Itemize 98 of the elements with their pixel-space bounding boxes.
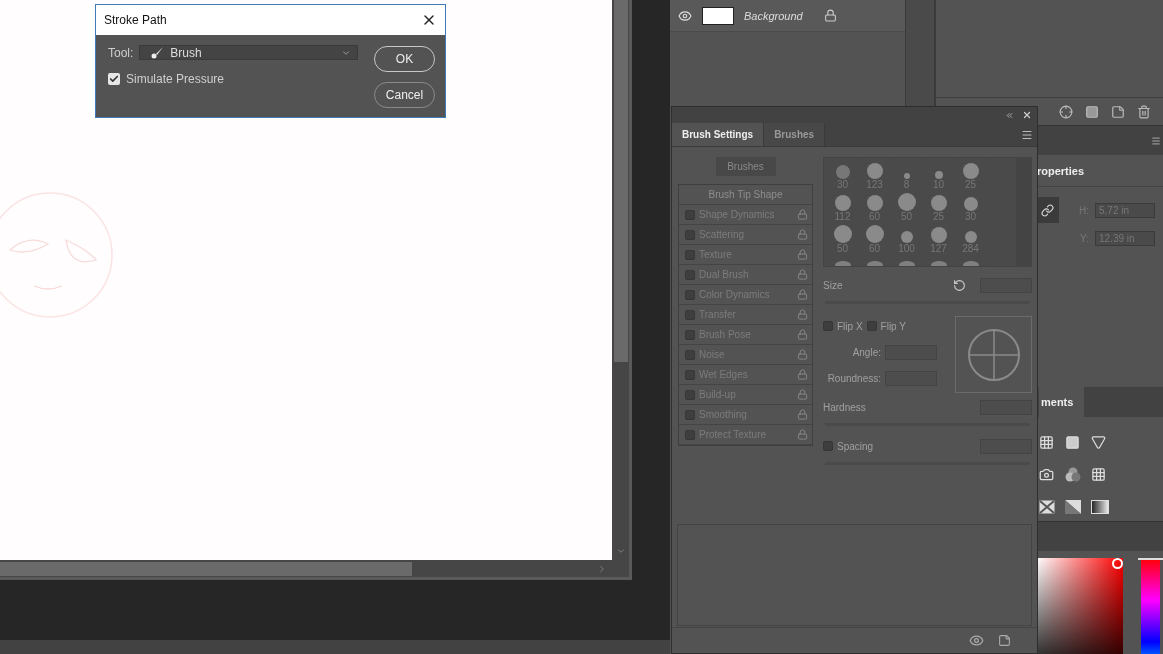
checkbox[interactable]	[685, 369, 695, 380]
brush-tip-icon	[963, 197, 978, 211]
lock-icon[interactable]	[797, 349, 808, 360]
spacing-label: Spacing	[837, 440, 874, 452]
lock-icon[interactable]	[797, 309, 808, 320]
checkbox[interactable]	[685, 209, 695, 220]
menu-icon[interactable]	[1151, 135, 1161, 146]
close-icon[interactable]	[1022, 110, 1032, 120]
brush-tip-icon[interactable]	[897, 258, 916, 266]
link-icon	[1040, 203, 1054, 217]
eye-icon[interactable]	[969, 633, 984, 648]
gradient-map-icon[interactable]	[1091, 500, 1109, 514]
checkbox[interactable]	[685, 269, 695, 280]
brush-angle-preview[interactable]	[955, 316, 1032, 393]
color-balance-icon[interactable]	[1065, 467, 1081, 483]
lock-icon[interactable]	[797, 269, 808, 280]
checkbox[interactable]	[685, 409, 695, 420]
eye-icon[interactable]	[678, 8, 692, 23]
size-label: Size	[823, 279, 843, 291]
dialog-title: Stroke Path	[104, 13, 167, 27]
tool-label: Tool:	[108, 45, 134, 60]
grid-icon[interactable]	[1091, 467, 1106, 482]
panel-tab[interactable]: Brushes	[764, 123, 826, 146]
brushes-button[interactable]: Brushes	[715, 157, 776, 176]
layer-thumbnail	[702, 6, 734, 25]
scroll-down-icon[interactable]	[615, 546, 626, 556]
brush-tip-icon	[962, 163, 979, 179]
brush-tip-icon[interactable]	[865, 258, 884, 266]
scroll-right-icon[interactable]	[597, 563, 607, 574]
brush-tip-icon	[930, 195, 947, 211]
collapse-icon[interactable]	[1005, 110, 1014, 120]
lock-icon[interactable]	[824, 9, 837, 22]
hardness-label: Hardness	[823, 401, 866, 413]
brush-tip-icon[interactable]	[929, 258, 948, 266]
brush-tip-icon	[835, 165, 850, 179]
checkbox[interactable]	[685, 329, 695, 340]
lock-icon[interactable]	[797, 209, 808, 220]
brush-tip-icon[interactable]	[961, 258, 980, 266]
brush-tip-icon	[866, 163, 883, 179]
lock-icon[interactable]	[797, 389, 808, 400]
hue-marker[interactable]	[1138, 558, 1163, 560]
brush-tip-shape-item[interactable]: Brush Tip Shape	[679, 185, 812, 205]
lock-icon[interactable]	[797, 429, 808, 440]
crosshair-circle-icon	[966, 327, 1021, 382]
angle-label: Angle:	[851, 346, 881, 358]
crosshair-icon[interactable]	[1059, 104, 1073, 119]
layer-row[interactable]: Background	[670, 0, 905, 32]
hue-slider[interactable]	[1141, 558, 1160, 654]
trash-icon[interactable]	[1137, 104, 1151, 119]
ok-button[interactable]: OK	[374, 46, 435, 72]
checkbox-label[interactable]: Simulate Pressure	[126, 72, 225, 86]
lock-icon[interactable]	[797, 369, 808, 380]
checkbox[interactable]	[685, 229, 695, 240]
panel-tab[interactable]: Brush Settings	[672, 123, 765, 146]
brush-tip-icon	[897, 193, 916, 211]
tool-dropdown[interactable]: Brush	[139, 45, 358, 60]
brush-tip-icon	[930, 227, 947, 243]
lock-icon[interactable]	[797, 249, 808, 260]
lock-icon[interactable]	[797, 409, 808, 420]
roundness-label: Roundness:	[826, 372, 881, 384]
panel-title: roperties	[1037, 164, 1085, 177]
checkbox[interactable]	[108, 73, 120, 85]
checkbox[interactable]	[685, 349, 695, 360]
brush-tip-icon	[964, 231, 977, 243]
checkbox[interactable]	[685, 389, 695, 400]
checkbox[interactable]	[823, 321, 833, 331]
lock-icon[interactable]	[797, 289, 808, 300]
picker-ring[interactable]	[1112, 558, 1123, 569]
layer-name: Background	[744, 9, 804, 22]
brush-tip-icon	[833, 225, 852, 243]
brush-tip-icon	[865, 225, 884, 243]
brush-tip-icon	[834, 195, 851, 211]
flip-y-label: Flip Y	[880, 320, 906, 332]
checkbox[interactable]	[685, 309, 695, 320]
lock-icon[interactable]	[797, 329, 808, 340]
checkbox[interactable]	[685, 289, 695, 300]
brush-tip-icon[interactable]	[833, 258, 852, 266]
cancel-button[interactable]: Cancel	[374, 82, 435, 108]
color-picker-field[interactable]	[1037, 558, 1123, 654]
reset-icon[interactable]	[953, 278, 966, 292]
brush-tip-icon	[934, 171, 943, 179]
checkbox[interactable]	[823, 441, 833, 451]
brush-tip-icon	[866, 195, 883, 211]
new-page-icon[interactable]	[998, 634, 1011, 647]
brush-tip-icon	[903, 173, 910, 179]
lock-icon[interactable]	[797, 229, 808, 240]
checkbox[interactable]	[866, 321, 877, 331]
scrollbar-thumb[interactable]	[0, 561, 412, 576]
panel-tab[interactable]: ments	[1039, 387, 1084, 417]
checkbox[interactable]	[685, 249, 695, 260]
new-page-icon[interactable]	[1111, 104, 1125, 119]
scrollbar-thumb[interactable]	[613, 0, 628, 362]
camera-icon[interactable]	[1039, 467, 1054, 482]
checkbox[interactable]	[685, 429, 695, 440]
brush-tip-icon	[900, 231, 913, 243]
menu-icon[interactable]	[1021, 128, 1033, 141]
flip-x-label: Flip X	[837, 320, 863, 332]
triangle-icon[interactable]	[1091, 435, 1106, 450]
